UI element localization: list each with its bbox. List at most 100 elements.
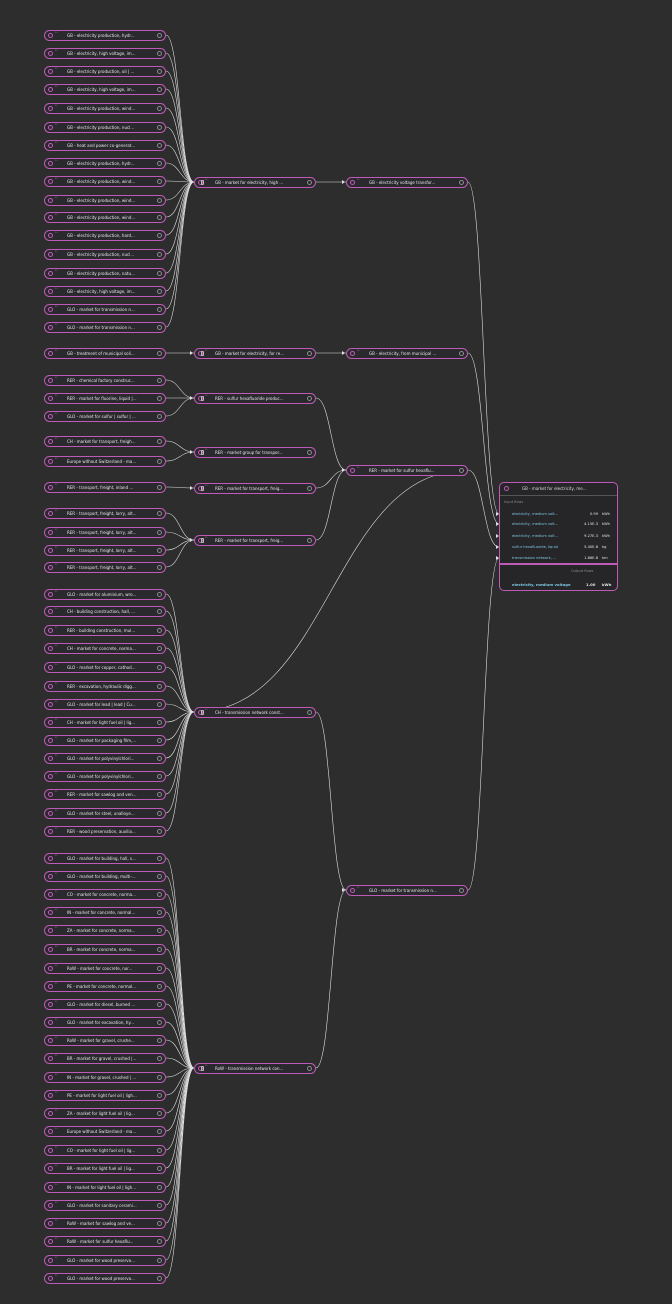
collapse-icon[interactable] [157,1075,162,1080]
collapse-icon[interactable] [157,1093,162,1098]
upstream-node[interactable]: ⁹⁰ RER - transport, freight, lorry, alt..… [44,527,166,538]
upstream-node[interactable]: ⁹⁰ GB - treatment of municipal soli... [44,348,166,359]
upstream-node[interactable]: ⁹⁰ GLO - market for polyvinylchlori... [44,771,166,782]
collapse-icon[interactable] [157,233,162,238]
upstream-node[interactable]: ⁹⁰ GB - electricity production, wind... [44,195,166,206]
collapse-icon[interactable] [157,1111,162,1116]
intermediate-node[interactable]: ⁹⁰ RoW - transmission network con... [194,1063,316,1074]
collapse-icon[interactable] [157,1185,162,1190]
collapse-icon[interactable] [157,592,162,597]
collapse-icon[interactable] [157,1056,162,1061]
upstream-node[interactable]: ⁹⁰ GLO - market for building, multi-... [44,871,166,882]
collapse-icon[interactable] [157,856,162,861]
collapse-icon[interactable] [157,125,162,130]
collapse-icon[interactable] [157,774,162,779]
collapse-icon[interactable] [157,378,162,383]
collapse-icon[interactable] [157,1276,162,1281]
upstream-node[interactable]: ⁹⁰ ZA - market for concrete, norma... [44,925,166,936]
upstream-node[interactable]: ⁹⁰ RER - chemical factory construc... [44,375,166,386]
collapse-icon[interactable] [157,1002,162,1007]
upstream-node[interactable]: ⁹⁰ RoW - market for sawlog and ve... [44,1218,166,1229]
collapse-icon[interactable] [157,910,162,915]
upstream-node[interactable]: ⁹⁰ Europe without Switzerland - ma... [44,1126,166,1137]
collapse-icon[interactable] [157,684,162,689]
collapse-icon[interactable] [157,1038,162,1043]
collapse-icon[interactable] [157,351,162,356]
upstream-node[interactable]: ⁹⁰ IN - market for light fuel oil | ligh.… [44,1182,166,1193]
upstream-node[interactable]: ⁹⁰ GB - electricity, high voltage, im... [44,48,166,59]
upstream-node[interactable]: ⁹⁰ GLO - market for transmission n... [44,322,166,333]
input-flow-row[interactable]: sulfur hexafluoride, liquid 5.40E-8 kg [512,545,611,551]
upstream-node[interactable]: ⁹⁰ GLO - market for polyvinylchlori... [44,753,166,764]
collapse-icon[interactable] [157,106,162,111]
collapse-icon[interactable] [157,511,162,516]
intermediate-node[interactable]: ⁹⁰ GB - market for electricity, high ... [194,177,316,188]
collapse-icon[interactable] [157,738,162,743]
upstream-node[interactable]: ⁹⁰ GLO - market for excavation, hy... [44,1017,166,1028]
collapse-icon[interactable] [307,351,312,356]
upstream-node[interactable]: ⁹⁰ CO - market for light fuel oil | lig..… [44,1145,166,1156]
collapse-icon[interactable] [157,892,162,897]
collapse-icon[interactable] [157,1221,162,1226]
collapse-icon[interactable] [157,530,162,535]
collapse-icon[interactable] [157,609,162,614]
intermediate-node[interactable]: ⁹⁰ CH - transmission network const... [194,707,316,718]
collapse-icon[interactable] [157,1203,162,1208]
collapse-icon[interactable] [307,1066,312,1071]
upstream-node[interactable]: ⁹⁰ CO - market for concrete, norma... [44,889,166,900]
downstream-node[interactable]: ⁹⁰ GB - electricity, from municipal ... [346,348,468,359]
upstream-node[interactable]: ⁹⁰ RER - transport, freight, lorry, alt..… [44,545,166,556]
upstream-node[interactable]: ⁹⁰ GLO - market for packaging film,... [44,735,166,746]
upstream-node[interactable]: ⁹⁰ GB - electricity production, wind... [44,103,166,114]
collapse-icon[interactable] [459,180,464,185]
collapse-icon[interactable] [157,565,162,570]
collapse-icon[interactable] [157,665,162,670]
upstream-node[interactable]: ⁹⁰ GLO - market for transmission n... [44,304,166,315]
collapse-icon[interactable] [157,966,162,971]
collapse-icon[interactable] [459,468,464,473]
upstream-node[interactable]: ⁹⁰ RER - market for sawlog and ven... [44,789,166,800]
collapse-icon[interactable] [157,51,162,56]
upstream-node[interactable]: ⁹⁰ GLO - market for building, hall, s... [44,853,166,864]
upstream-node[interactable]: ⁹⁰ CH - market for light fuel oil | lig..… [44,717,166,728]
upstream-node[interactable]: ⁹⁰ BR - market for concrete, norma... [44,944,166,955]
collapse-icon[interactable] [157,198,162,203]
collapse-icon[interactable] [157,702,162,707]
upstream-node[interactable]: ⁹⁰ GB - electricity production, oil | ... [44,66,166,77]
collapse-icon[interactable] [459,888,464,893]
collapse-icon[interactable] [157,874,162,879]
intermediate-node[interactable]: ⁹⁰ RER - market for transport, freig... [194,535,316,546]
collapse-icon[interactable] [157,792,162,797]
collapse-icon[interactable] [157,289,162,294]
upstream-node[interactable]: ⁹⁰ BR - market for gravel, crushed |... [44,1053,166,1064]
collapse-icon[interactable] [459,351,464,356]
collapse-icon[interactable] [157,928,162,933]
collapse-icon[interactable] [157,811,162,816]
upstream-node[interactable]: ⁹⁰ CH - market for transport, freigh... [44,436,166,447]
intermediate-node[interactable]: ⁹⁰ RER - sulfur hexafluoride produc... [194,393,316,404]
collapse-icon[interactable] [157,87,162,92]
collapse-icon[interactable] [157,548,162,553]
upstream-node[interactable]: ⁹⁰ GB - electricity production, natu... [44,268,166,279]
upstream-node[interactable]: ⁹⁰ GLO - market for aluminium, wro... [44,589,166,600]
collapse-icon[interactable] [157,33,162,38]
collapse-icon[interactable] [307,180,312,185]
upstream-node[interactable]: ⁹⁰ RER - transport, freight, lorry, alt..… [44,562,166,573]
input-flow-row[interactable]: electricity, medium volt... 9.27E-3 kWh [512,534,611,540]
upstream-node[interactable]: ⁹⁰ RER - transport, freight, inland ... [44,482,166,493]
upstream-node[interactable]: ⁹⁰ GLO - market for sanitary cerami... [44,1200,166,1211]
collapse-icon[interactable] [307,450,312,455]
upstream-node[interactable]: ⁹⁰ GLO - market for lead | lead | Cu... [44,699,166,710]
upstream-node[interactable]: ⁹⁰ RoW - market for sulfur hexaflu... [44,1236,166,1247]
collapse-icon[interactable] [157,459,162,464]
upstream-node[interactable]: ⁹⁰ GB - electricity, high voltage, im... [44,84,166,95]
collapse-icon[interactable] [157,1239,162,1244]
upstream-node[interactable]: ⁹⁰ GB - electricity production, hydr... [44,158,166,169]
collapse-icon[interactable] [157,1020,162,1025]
collapse-icon[interactable] [157,984,162,989]
upstream-node[interactable]: ⁹⁰ RoW - market for concrete, nor... [44,963,166,974]
collapse-icon[interactable] [157,829,162,834]
input-flow-row[interactable]: electricity, medium volt... 4.15E-3 kWh [512,522,611,528]
collapse-icon[interactable] [157,252,162,257]
upstream-node[interactable]: ⁹⁰ PE - market for concrete, normal... [44,981,166,992]
